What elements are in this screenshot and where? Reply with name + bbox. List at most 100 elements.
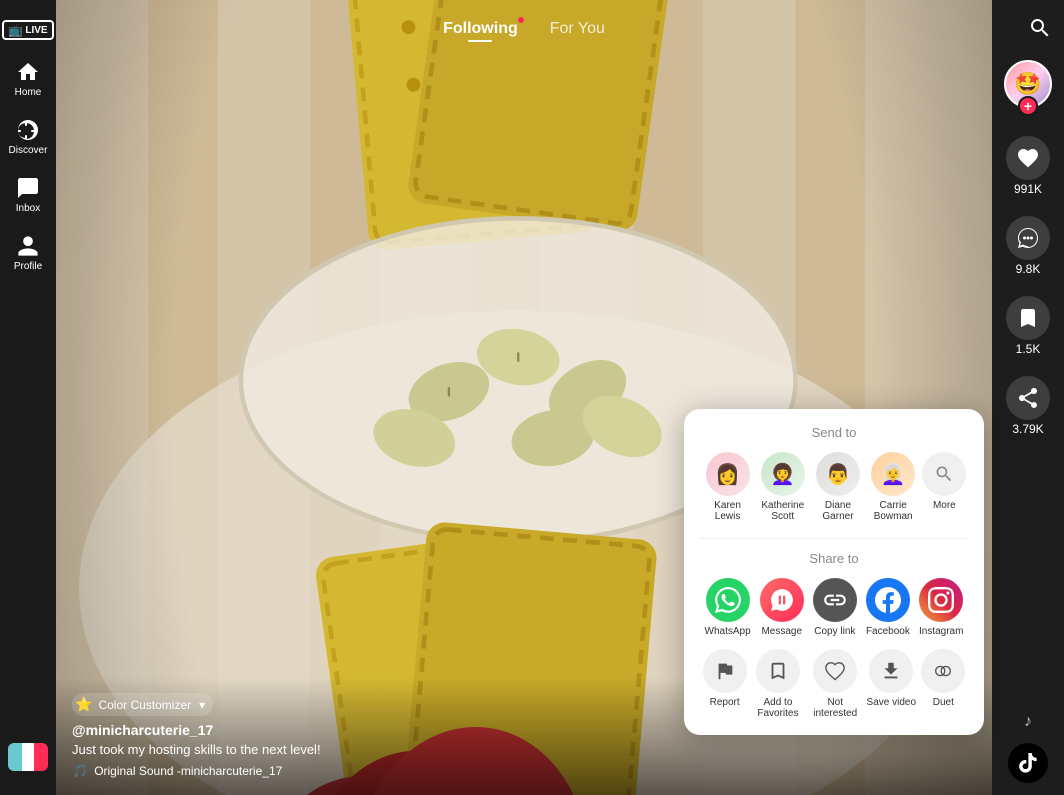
discover-label: Discover xyxy=(9,145,48,156)
bookmark-button[interactable]: 1.5K xyxy=(1006,296,1050,356)
avatar-emoji: 🤩 xyxy=(1014,71,1041,97)
sidebar-item-home[interactable]: Home xyxy=(0,52,56,106)
music-note-icon: ♪ xyxy=(1024,713,1032,731)
contact-avatar-carrie: 👩‍🦳 xyxy=(871,452,915,496)
bookmark-icon xyxy=(1016,306,1040,330)
share-modal: Send to 👩 Karen Lewis 👩‍🦱 Katherine Scot… xyxy=(684,409,984,735)
account-badge[interactable]: ⭐ Color Customizer ▾ xyxy=(72,693,213,716)
sidebar-item-discover[interactable]: Discover xyxy=(0,110,56,164)
action-duet[interactable]: Duet xyxy=(921,649,965,719)
contact-avatar-karen: 👩 xyxy=(706,452,750,496)
profile-label: Profile xyxy=(14,261,42,272)
sound-text: Original Sound -minicharcuterie_17 xyxy=(94,764,282,778)
profile-icon xyxy=(16,234,40,258)
action-report[interactable]: Report xyxy=(703,649,747,719)
share-actions-row: Report Add to Favorites Not interested S… xyxy=(700,649,968,719)
like-button[interactable]: 991K xyxy=(1006,136,1050,196)
heart-icon xyxy=(1016,146,1040,170)
action-save-video[interactable]: Save video xyxy=(867,649,916,719)
badge-chevron: ▾ xyxy=(199,698,205,712)
not-interested-icon xyxy=(824,660,846,682)
add-favorites-icon-container xyxy=(756,649,800,693)
duet-label: Duet xyxy=(933,697,954,708)
bookmark-count: 1.5K xyxy=(1016,342,1041,356)
contact-diane-garner[interactable]: 👨 Diane Garner xyxy=(812,452,864,522)
follow-plus-button[interactable]: + xyxy=(1018,96,1038,116)
for-you-tab-label: For You xyxy=(550,20,605,37)
facebook-icon xyxy=(866,578,910,622)
contact-carrie-bowman[interactable]: 👩‍🦳 Carrie Bowman xyxy=(867,452,919,522)
share-whatsapp[interactable]: WhatsApp xyxy=(705,578,751,637)
comment-icon-container xyxy=(1006,216,1050,260)
contact-avatar-diane: 👨 xyxy=(816,452,860,496)
contact-more[interactable]: More xyxy=(922,452,966,522)
like-count: 991K xyxy=(1014,182,1042,196)
add-favorites-icon xyxy=(767,660,789,682)
save-video-icon-container xyxy=(869,649,913,693)
like-icon-container xyxy=(1006,136,1050,180)
comment-count: 9.8K xyxy=(1016,262,1041,276)
share-icon xyxy=(1016,386,1040,410)
action-add-favorites[interactable]: Add to Favorites xyxy=(752,649,804,719)
sidebar: 📺 LIVE Home Discover Inbox Profile + xyxy=(0,0,56,795)
following-dot xyxy=(518,17,524,23)
comment-button[interactable]: 9.8K xyxy=(1006,216,1050,276)
share-copylink[interactable]: Copy link xyxy=(813,578,857,637)
report-icon-container xyxy=(703,649,747,693)
report-label: Report xyxy=(710,697,740,708)
not-interested-label: Not interested xyxy=(809,697,861,719)
contact-name-carrie: Carrie Bowman xyxy=(867,500,919,522)
tab-for-you[interactable]: For You xyxy=(550,20,605,42)
sidebar-item-profile[interactable]: Profile xyxy=(0,226,56,280)
live-badge: 📺 LIVE xyxy=(2,20,53,40)
contact-name-katherine: Katherine Scott xyxy=(757,500,809,522)
share-message[interactable]: Message xyxy=(760,578,804,637)
facebook-label: Facebook xyxy=(866,626,910,637)
contacts-row: 👩 Karen Lewis 👩‍🦱 Katherine Scott 👨 Dian… xyxy=(700,452,968,522)
share-button[interactable]: 3.79K xyxy=(1006,376,1050,436)
music-icon: 🎵 xyxy=(72,763,88,779)
add-content-button[interactable]: + xyxy=(0,735,56,779)
share-divider xyxy=(700,538,968,539)
inbox-label: Inbox xyxy=(16,203,40,214)
badge-text: Color Customizer xyxy=(98,698,191,712)
duet-icon xyxy=(932,660,954,682)
action-not-interested[interactable]: Not interested xyxy=(809,649,861,719)
inbox-icon xyxy=(16,176,40,200)
live-label: LIVE xyxy=(25,25,47,36)
right-actions-panel: 🤩 + 991K 9.8K 1.5K xyxy=(992,0,1064,795)
save-video-icon xyxy=(880,660,902,682)
tiktok-logo-icon xyxy=(1016,751,1040,775)
send-to-title: Send to xyxy=(700,425,968,440)
home-icon xyxy=(16,60,40,84)
contact-name-diane: Diane Garner xyxy=(812,500,864,522)
creator-avatar[interactable]: 🤩 + xyxy=(1004,60,1052,108)
add-favorites-label: Add to Favorites xyxy=(752,697,804,719)
share-instagram[interactable]: Instagram xyxy=(919,578,963,637)
search-icon xyxy=(1028,16,1052,40)
discover-icon xyxy=(16,118,40,142)
tiktok-disc[interactable] xyxy=(1008,743,1048,783)
share-facebook[interactable]: Facebook xyxy=(866,578,910,637)
whatsapp-label: WhatsApp xyxy=(705,626,751,637)
instagram-label: Instagram xyxy=(919,626,963,637)
share-to-title: Share to xyxy=(700,551,968,566)
contact-karen-lewis[interactable]: 👩 Karen Lewis xyxy=(702,452,754,522)
contact-avatar-more xyxy=(922,452,966,496)
contact-name-karen: Karen Lewis xyxy=(702,500,754,522)
video-header: Following For You xyxy=(56,0,992,52)
whatsapp-icon xyxy=(706,578,750,622)
sidebar-live[interactable]: 📺 LIVE xyxy=(0,12,56,48)
not-interested-icon-container xyxy=(813,649,857,693)
message-label: Message xyxy=(761,626,802,637)
contact-avatar-katherine: 👩‍🦱 xyxy=(761,452,805,496)
contact-katherine-scott[interactable]: 👩‍🦱 Katherine Scott xyxy=(757,452,809,522)
contact-name-more: More xyxy=(933,500,956,511)
more-search-icon xyxy=(934,464,954,484)
video-description: Just took my hosting skills to the next … xyxy=(72,742,976,757)
search-button[interactable] xyxy=(1028,16,1052,45)
share-apps-row: WhatsApp Message Copy link Facebook Inst… xyxy=(700,578,968,637)
sound-row[interactable]: 🎵 Original Sound -minicharcuterie_17 xyxy=(72,763,976,779)
tab-following[interactable]: Following xyxy=(443,20,518,42)
sidebar-item-inbox[interactable]: Inbox xyxy=(0,168,56,222)
